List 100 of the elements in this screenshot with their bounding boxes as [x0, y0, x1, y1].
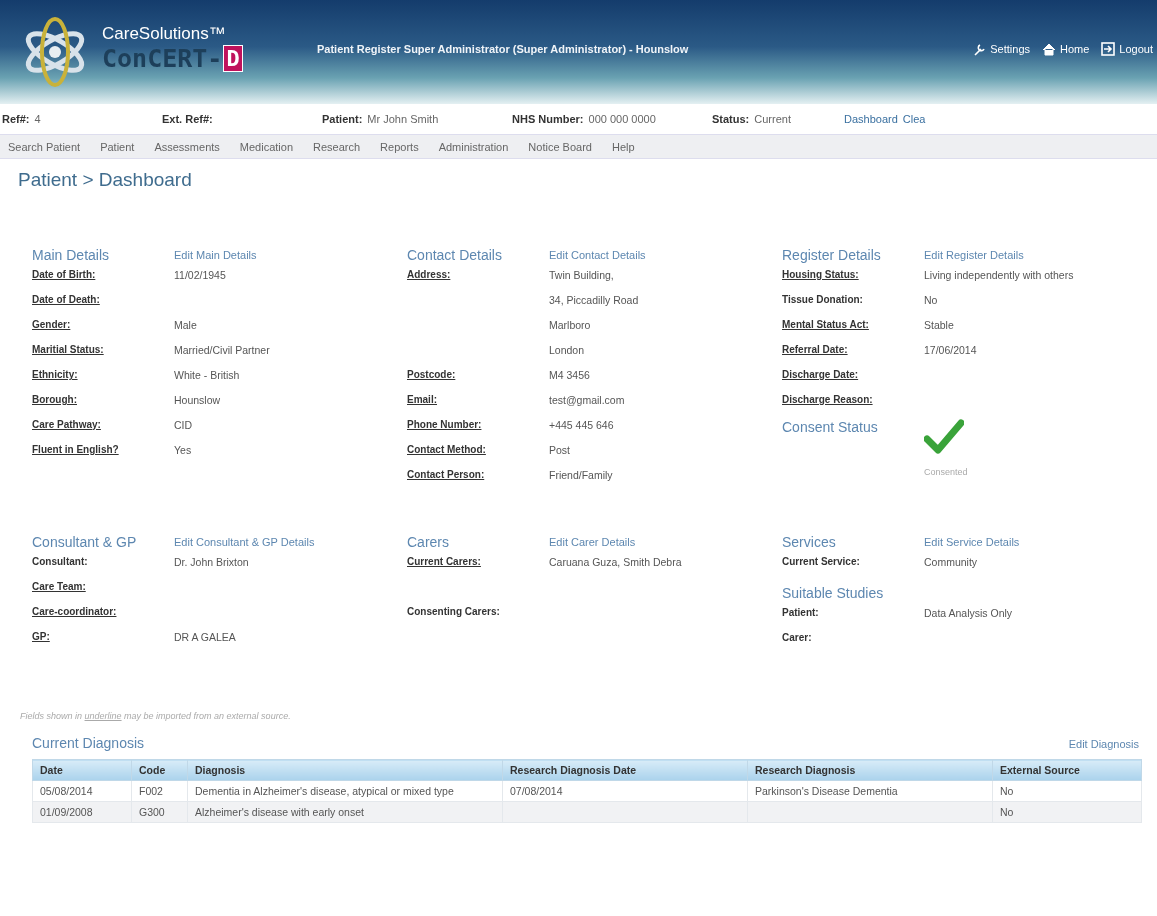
product-mark: D [223, 44, 243, 72]
field-value: 17/06/2014 [924, 344, 978, 356]
table-cell: Alzheimer's disease with early onset [187, 801, 503, 823]
field-value: Twin Building, [549, 269, 615, 281]
field-label: Care-coordinator: [32, 606, 118, 617]
section-title: Consent Status [782, 419, 879, 435]
menu-item[interactable]: Notice Board [528, 140, 592, 153]
column-header: Diagnosis [187, 759, 503, 781]
section-title: Register Details [782, 247, 882, 263]
field-label: Care Pathway: [32, 419, 102, 430]
field-value: London [549, 344, 586, 356]
table-cell: 07/08/2014 [502, 780, 748, 802]
field-value: 4 [34, 113, 41, 125]
field-label: Mental Status Act: [782, 319, 870, 330]
field-value: 34, Piccadilly Road [549, 294, 640, 306]
edit-link[interactable]: Edit Main Details [174, 247, 257, 261]
field-label: Care Team: [32, 581, 87, 592]
breadcrumb: Patient > Dashboard [17, 168, 193, 192]
field-value: +445 445 646 [549, 419, 615, 431]
field-label: Housing Status: [782, 269, 860, 280]
field-value: Friend/Family [549, 469, 614, 481]
brand-name: CareSolutions™ [102, 23, 227, 44]
user-role: Patient Register Super Administrator (Super Administrator) - Hounslow [317, 43, 690, 55]
field-label: Patient: [782, 607, 820, 618]
patient-link[interactable]: Dashboard [844, 113, 898, 125]
field-value: 000 000 0000 [588, 113, 656, 125]
field-label: Contact Method: [407, 444, 487, 455]
field-value: Dr. John Brixton [174, 556, 250, 568]
edit-link[interactable]: Edit Register Details [924, 247, 1024, 261]
edit-link[interactable]: Edit Carer Details [549, 534, 636, 548]
field-value: Marlboro [549, 319, 592, 331]
field-value: Post [549, 444, 571, 456]
field-value: 11/02/1945 [174, 269, 227, 281]
menu-item[interactable]: Reports [380, 140, 419, 153]
menu-item[interactable]: Assessments [154, 140, 220, 153]
field-value: Caruana Guza, Smith Debra [549, 556, 683, 568]
field-label: Consenting Carers: [407, 606, 501, 617]
table-cell: Dementia in Alzheimer's disease, atypical or mixed type [187, 780, 503, 802]
field-label: Date of Birth: [32, 269, 97, 280]
field-label: Current Carers: [407, 556, 482, 567]
menu-item[interactable]: Research [313, 140, 361, 153]
table-cell: 01/09/2008 [32, 801, 132, 823]
field-value: Hounslow [174, 394, 222, 406]
field-value: DR A GALEA [174, 631, 237, 643]
column-header: Code [131, 759, 188, 781]
field-label: Current Service: [782, 556, 861, 567]
field-value: Data Analysis Only [924, 607, 1014, 619]
section-title: Contact Details [407, 247, 503, 263]
column-header: Research Diagnosis [747, 759, 993, 781]
patient-link[interactable]: Clea [902, 113, 926, 125]
field-label: Borough: [32, 394, 78, 405]
field-label: Ethnicity: [32, 369, 79, 380]
edit-link[interactable]: Edit Service Details [924, 534, 1020, 548]
header-link[interactable]: Settings [972, 42, 1030, 56]
table-cell: F002 [131, 780, 188, 802]
edit-link[interactable]: Edit Diagnosis [1068, 736, 1139, 750]
menu-item[interactable]: Help [611, 140, 635, 153]
field-label: Carer: [782, 632, 813, 643]
field-label: Date of Death: [32, 294, 101, 305]
field-label: GP: [32, 631, 51, 642]
field-value: Yes [174, 444, 193, 456]
field-value: CID [174, 419, 194, 431]
field-label: Ref#: [2, 113, 30, 125]
menu-item[interactable]: Medication [239, 140, 294, 153]
section-title: Services [782, 534, 837, 550]
wrench-icon [972, 42, 987, 56]
field-label: Discharge Reason: [782, 394, 874, 405]
home-icon [1042, 42, 1056, 56]
edit-link[interactable]: Edit Contact Details [549, 247, 646, 261]
field-label: Ext. Ref#: [162, 113, 213, 125]
menu-item[interactable]: Search Patient [8, 140, 81, 153]
header-link[interactable]: Home [1042, 42, 1090, 56]
field-value: Current [754, 113, 791, 125]
field-label: Status: [712, 113, 750, 125]
header-link[interactable]: Logout [1101, 42, 1153, 56]
field-value: Living independently with others [924, 269, 1075, 281]
field-label: Maritial Status: [32, 344, 105, 355]
section-title: Consultant & GP [32, 534, 138, 550]
field-label: Referral Date: [782, 344, 849, 355]
consent-caption: Consented [924, 467, 969, 477]
menu-item[interactable]: Administration [438, 140, 509, 153]
footnote: Fields shown in underline may be imported from an external source. [19, 710, 292, 721]
field-value: Community [924, 556, 979, 568]
section-title: Main Details [32, 247, 111, 263]
field-label: Email: [407, 394, 438, 405]
field-value: No [924, 294, 939, 306]
field-label: Phone Number: [407, 419, 483, 430]
field-label: Patient: [322, 113, 363, 125]
field-label: Consultant: [32, 556, 89, 567]
field-value: Male [174, 319, 198, 331]
column-header: External Source [992, 759, 1142, 781]
section-title: Suitable Studies [782, 585, 885, 601]
product-name: ConCERT- [102, 43, 223, 73]
field-label: Tissue Donation: [782, 294, 864, 305]
table-cell: Parkinson's Disease Dementia [747, 780, 993, 802]
field-value: Mr John Smith [367, 113, 439, 125]
edit-link[interactable]: Edit Consultant & GP Details [174, 534, 315, 548]
field-label: NHS Number: [512, 113, 584, 125]
section-title: Carers [407, 534, 450, 550]
menu-item[interactable]: Patient [100, 140, 135, 153]
